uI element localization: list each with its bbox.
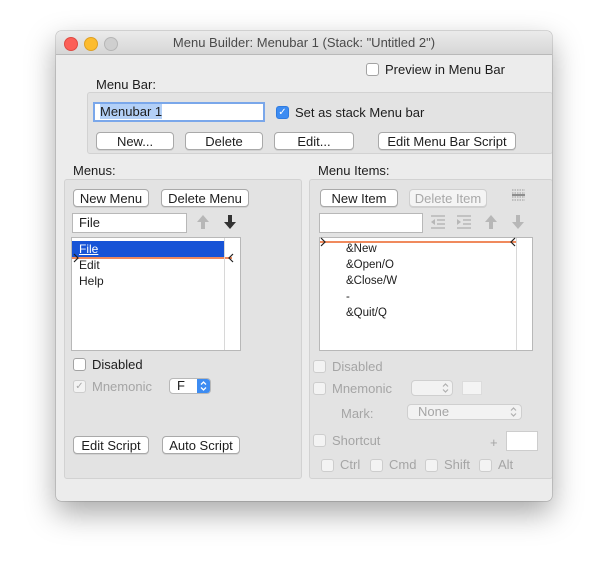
- cmd-label: Cmd: [389, 457, 417, 472]
- indent-icon[interactable]: [455, 214, 473, 230]
- list-item[interactable]: Edit: [79, 258, 100, 272]
- shortcut-checkbox[interactable]: [313, 434, 326, 447]
- menu-items-list[interactable]: &New &Open/O &Close/W - &Quit/Q: [319, 237, 533, 351]
- item-mnemonic-field[interactable]: [462, 381, 482, 395]
- stack-menu-label: Set as stack Menu bar: [295, 105, 425, 120]
- delete-item-button[interactable]: Delete Item: [409, 189, 487, 207]
- chevron-updown-icon: [442, 383, 449, 393]
- menus-section-label: Menus:: [73, 163, 116, 178]
- chevron-updown-icon: [197, 379, 210, 393]
- item-insertion-left-marker-icon: [320, 237, 326, 247]
- menubar-name-input[interactable]: Menubar 1: [93, 102, 265, 122]
- cmd-checkbox[interactable]: [370, 459, 383, 472]
- outdent-icon[interactable]: [429, 214, 447, 230]
- menus-list[interactable]: File Edit Help: [71, 237, 241, 351]
- menu-mnemonic-checkbox[interactable]: ✓: [73, 380, 86, 393]
- ctrl-label: Ctrl: [340, 457, 361, 472]
- delete-menu-button[interactable]: Delete Menu: [161, 189, 249, 207]
- list-item[interactable]: &New: [346, 243, 377, 255]
- mark-label: Mark:: [341, 406, 374, 421]
- menu-builder-window: Menu Builder: Menubar 1 (Stack: "Untitle…: [56, 31, 552, 501]
- scrollbar-track[interactable]: [224, 238, 225, 350]
- menu-disabled-label: Disabled: [92, 357, 143, 372]
- menubar-edit-button[interactable]: Edit...: [274, 132, 354, 150]
- insertion-right-marker-icon: [228, 253, 234, 263]
- menubar-name-value: Menubar 1: [100, 104, 163, 119]
- mark-value: None: [418, 404, 450, 419]
- window-title: Menu Builder: Menubar 1 (Stack: "Untitle…: [172, 35, 436, 50]
- item-move-up-arrow-icon[interactable]: [483, 213, 499, 231]
- list-item[interactable]: -: [346, 291, 350, 303]
- shift-checkbox[interactable]: [425, 459, 438, 472]
- move-down-arrow-icon[interactable]: [222, 213, 238, 231]
- item-disabled-checkbox[interactable]: [313, 360, 326, 373]
- mnemonic-popup[interactable]: F: [169, 378, 211, 394]
- menubar-new-button[interactable]: New...: [96, 132, 174, 150]
- list-item[interactable]: File: [79, 242, 98, 256]
- list-item[interactable]: &Quit/Q: [346, 307, 387, 319]
- item-disabled-label: Disabled: [332, 359, 383, 374]
- menu-name-value: File: [79, 215, 100, 230]
- menubar-section-label: Menu Bar:: [96, 77, 156, 92]
- preview-checkbox[interactable]: [366, 63, 379, 76]
- item-mnemonic-checkbox[interactable]: [313, 382, 326, 395]
- item-mnemonic-label: Mnemonic: [332, 381, 392, 396]
- preview-label: Preview in Menu Bar: [385, 62, 505, 77]
- auto-script-button[interactable]: Auto Script: [162, 436, 240, 454]
- chevron-updown-icon: [510, 407, 517, 417]
- list-item[interactable]: &Open/O: [346, 259, 394, 271]
- title-bar: Menu Builder: Menubar 1 (Stack: "Untitle…: [56, 31, 552, 55]
- item-mnemonic-popup[interactable]: [411, 380, 453, 396]
- mnemonic-value: F: [177, 378, 185, 393]
- list-item[interactable]: &Close/W: [346, 275, 397, 287]
- separator-icon[interactable]: [511, 187, 526, 205]
- menu-mnemonic-label: Mnemonic: [92, 379, 152, 394]
- plus-label: +: [490, 435, 498, 450]
- item-scrollbar-track[interactable]: [516, 238, 517, 350]
- menu-disabled-checkbox[interactable]: [73, 358, 86, 371]
- ctrl-checkbox[interactable]: [321, 459, 334, 472]
- checkmark-icon: ✓: [278, 107, 287, 118]
- menubar-delete-button[interactable]: Delete: [185, 132, 263, 150]
- mark-popup[interactable]: None: [407, 404, 522, 420]
- checkmark-icon: ✓: [75, 381, 84, 392]
- new-item-button[interactable]: New Item: [320, 189, 398, 207]
- stack-menu-checkbox[interactable]: ✓: [276, 106, 289, 119]
- item-move-down-arrow-icon[interactable]: [510, 213, 526, 231]
- shortcut-key-field[interactable]: [506, 431, 538, 451]
- alt-checkbox[interactable]: [479, 459, 492, 472]
- new-menu-button[interactable]: New Menu: [73, 189, 149, 207]
- edit-menubar-script-button[interactable]: Edit Menu Bar Script: [378, 132, 516, 150]
- move-up-arrow-icon[interactable]: [195, 213, 211, 231]
- menu-name-input[interactable]: File: [72, 213, 187, 233]
- shortcut-label: Shortcut: [332, 433, 381, 448]
- menu-items-section-label: Menu Items:: [318, 163, 390, 178]
- list-item[interactable]: Help: [79, 274, 104, 288]
- menu-edit-script-button[interactable]: Edit Script: [73, 436, 149, 454]
- menu-item-name-input[interactable]: [319, 213, 423, 233]
- alt-label: Alt: [498, 457, 514, 472]
- shift-label: Shift: [444, 457, 471, 472]
